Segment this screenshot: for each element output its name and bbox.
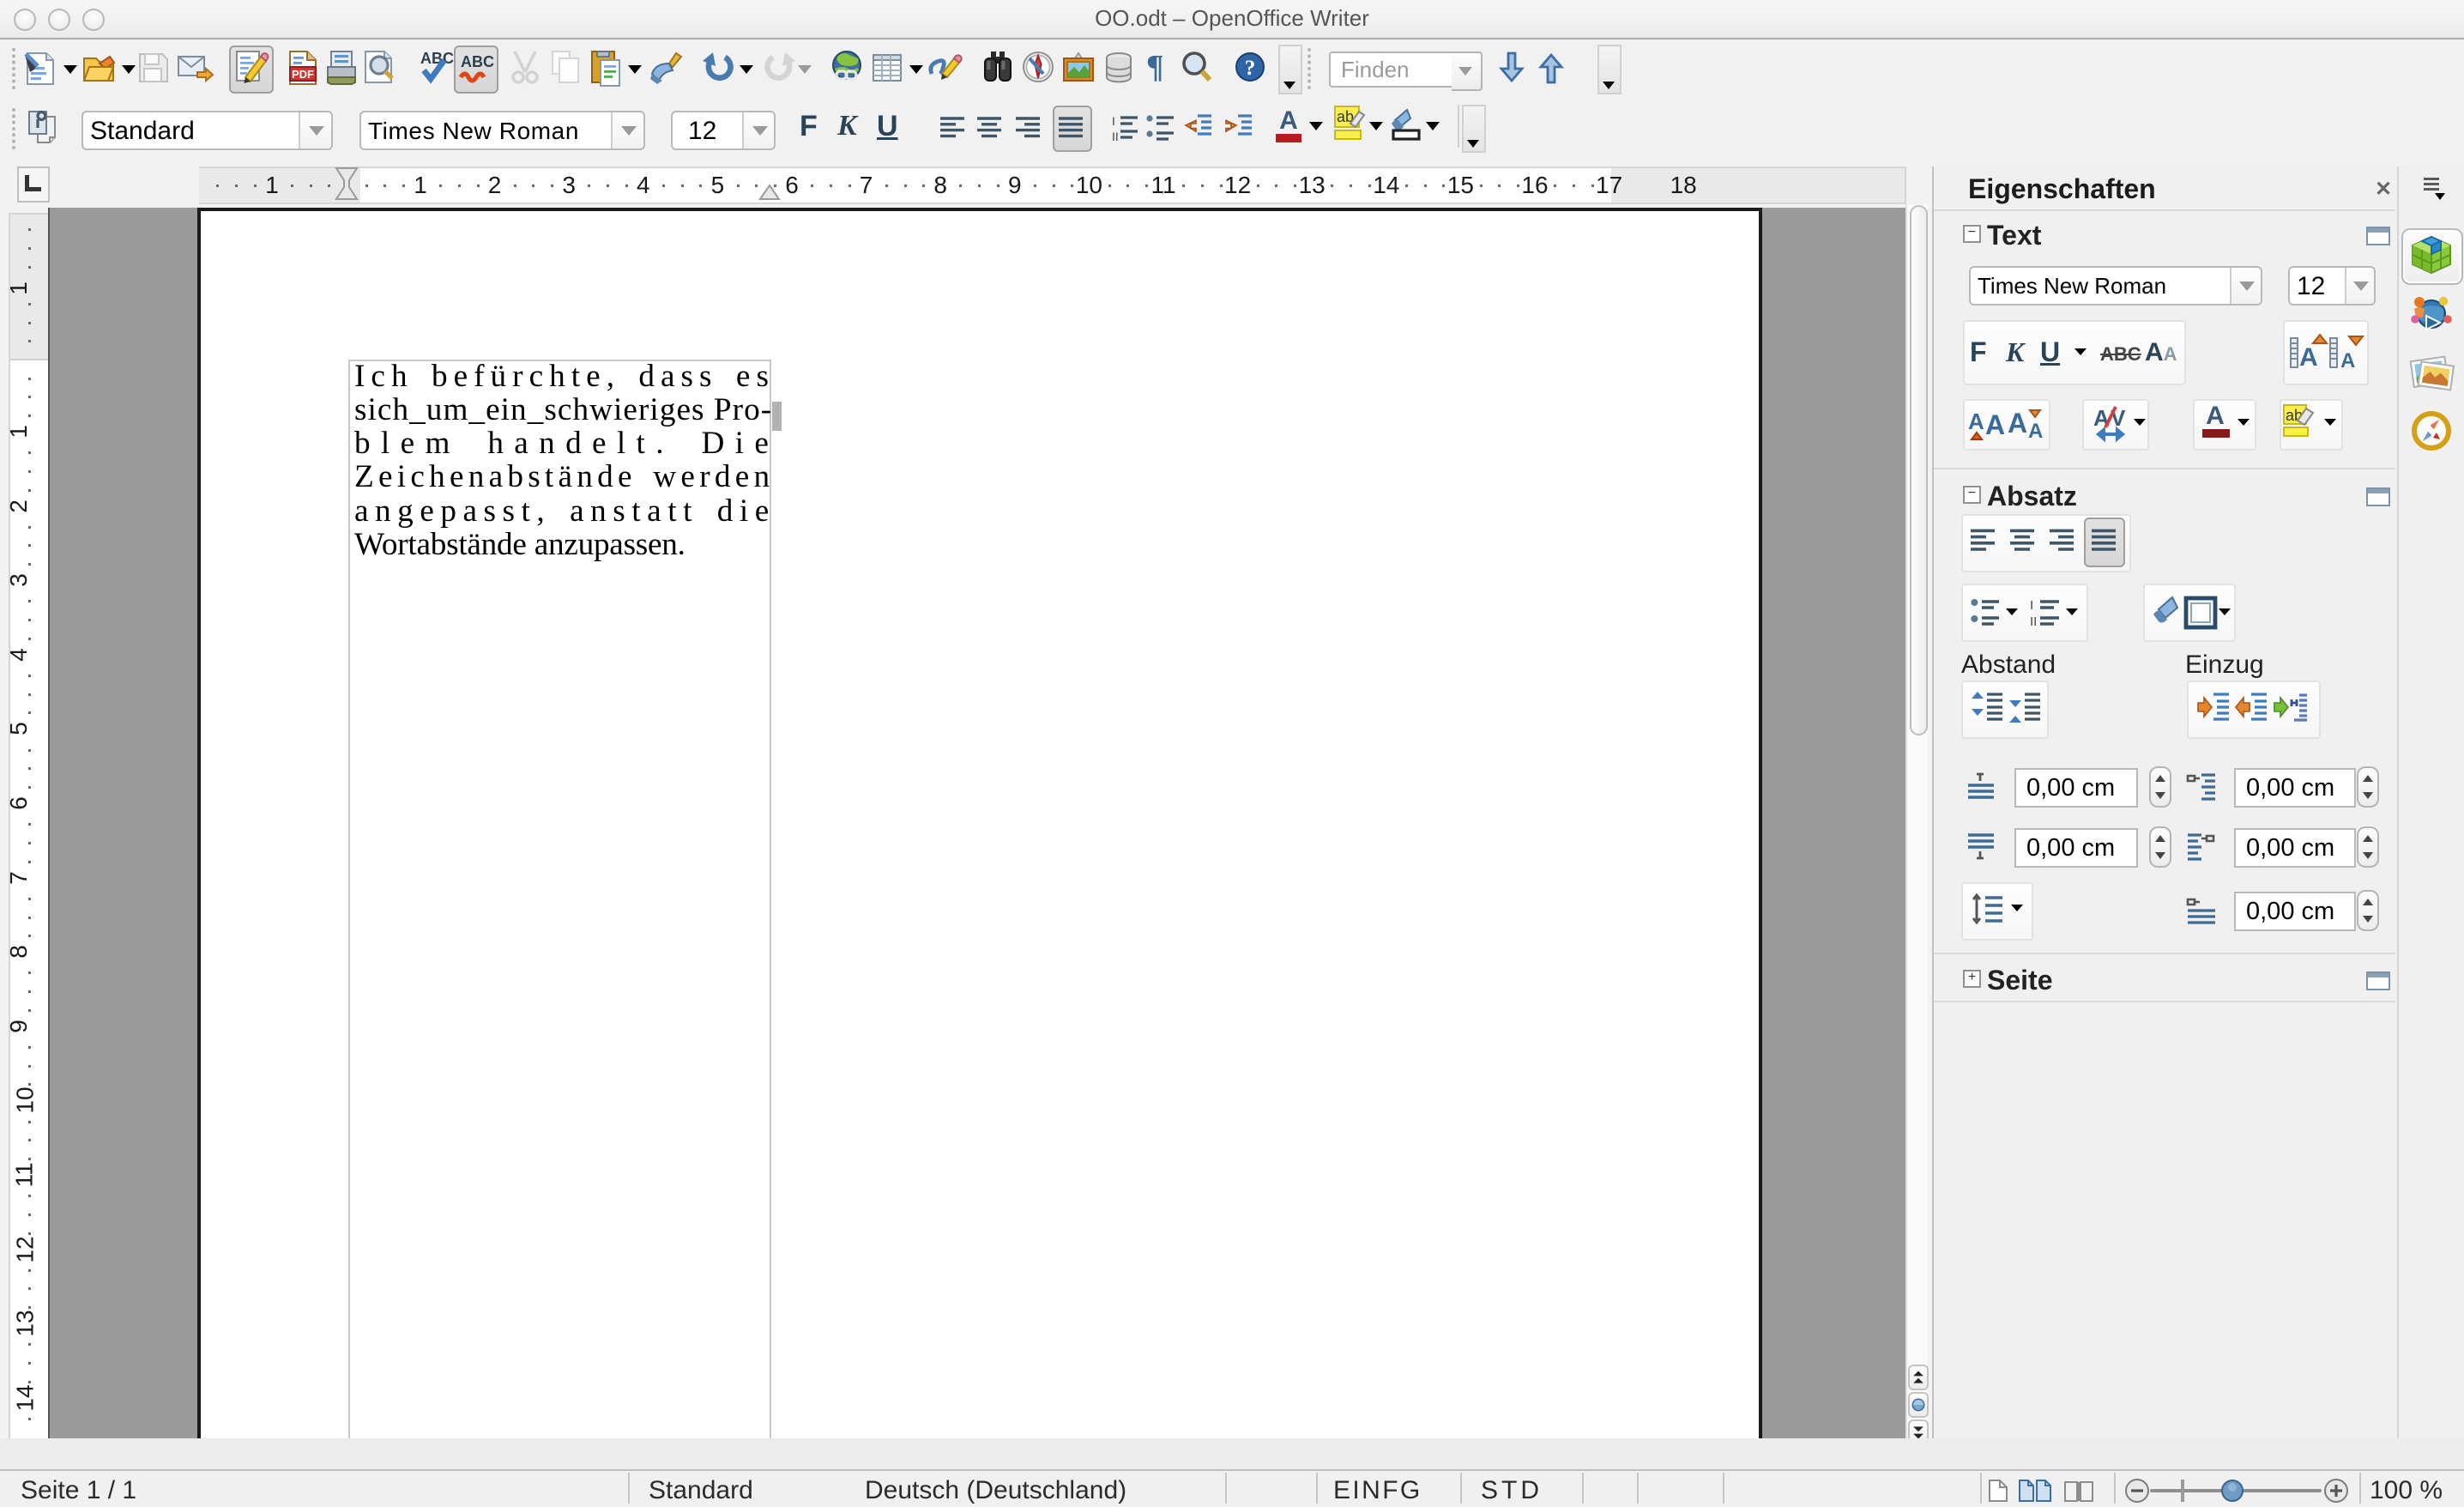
svg-text:II: II <box>1112 130 1119 143</box>
svg-text:I: I <box>2030 598 2033 613</box>
svg-text:A: A <box>1985 409 2005 440</box>
svg-text:¶: ¶ <box>1146 49 1164 85</box>
svg-text:A: A <box>2299 343 2318 372</box>
svg-text:I: I <box>1112 114 1115 128</box>
svg-text:ABC: ABC <box>420 50 454 67</box>
svg-text:A: A <box>2340 349 2355 372</box>
svg-text:II: II <box>2030 614 2037 629</box>
svg-text:A: A <box>2008 408 2027 439</box>
svg-text:PDF: PDF <box>292 68 314 81</box>
svg-text:A: A <box>2028 420 2043 443</box>
svg-text:ABC: ABC <box>461 53 494 70</box>
svg-text:A: A <box>1968 409 1984 434</box>
svg-text:?: ? <box>1245 57 1256 80</box>
